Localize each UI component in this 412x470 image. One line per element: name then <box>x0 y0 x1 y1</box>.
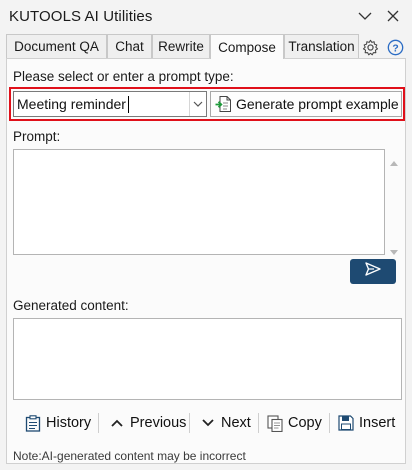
generated-content-textarea[interactable] <box>13 318 402 400</box>
copy-icon <box>266 414 284 432</box>
prompt-textarea[interactable] <box>13 149 385 255</box>
tab-bar: Document QA Chat Rewrite Compose Transla… <box>6 34 406 59</box>
generated-content-label: Generated content: <box>13 298 129 313</box>
history-button[interactable]: History <box>24 412 91 434</box>
previous-button[interactable]: Previous <box>108 412 186 434</box>
insert-button[interactable]: Insert <box>337 412 395 434</box>
send-icon <box>365 262 381 281</box>
copy-label: Copy <box>288 415 322 431</box>
close-icon[interactable] <box>385 8 401 24</box>
tab-rewrite[interactable]: Rewrite <box>152 34 210 58</box>
window-title: KUTOOLS AI Utilities <box>9 8 153 25</box>
chevron-down-icon <box>199 414 217 432</box>
chevron-down-icon[interactable] <box>357 8 373 24</box>
copy-button[interactable]: Copy <box>266 412 322 434</box>
next-button[interactable]: Next <box>199 412 251 434</box>
generate-prompt-example-label: Generate prompt example <box>236 96 399 112</box>
text-caret <box>128 96 129 113</box>
svg-text:?: ? <box>392 43 398 54</box>
next-label: Next <box>221 415 251 431</box>
history-label: History <box>46 415 92 431</box>
title-bar: KUTOOLS AI Utilities <box>0 0 412 32</box>
toolbar-divider <box>98 413 99 433</box>
disclaimer-note: Note:AI-generated content may be incorre… <box>13 449 246 463</box>
prompt-label: Prompt: <box>13 129 61 144</box>
generate-document-icon <box>215 95 233 113</box>
chevron-up-icon <box>108 414 126 432</box>
prompt-type-combobox[interactable] <box>13 91 207 117</box>
tab-translation[interactable]: Translation <box>284 34 359 58</box>
prompt-type-label: Please select or enter a prompt type: <box>13 69 234 84</box>
tab-document-qa[interactable]: Document QA <box>6 34 107 58</box>
toolbar-divider <box>189 413 190 433</box>
send-button[interactable] <box>350 259 396 284</box>
tab-compose[interactable]: Compose <box>210 34 284 59</box>
generate-prompt-example-button[interactable]: Generate prompt example <box>210 91 402 117</box>
toolbar-divider <box>329 413 330 433</box>
help-icon[interactable]: ? <box>386 38 404 56</box>
prompt-scrollbar[interactable] <box>386 149 402 255</box>
insert-label: Insert <box>359 415 396 431</box>
gear-icon[interactable] <box>361 38 379 56</box>
prompt-type-input[interactable] <box>14 92 189 116</box>
toolbar-divider <box>258 413 259 433</box>
scroll-up-icon[interactable] <box>389 154 399 172</box>
save-disk-icon <box>337 414 355 432</box>
tab-chat[interactable]: Chat <box>107 34 152 58</box>
chevron-down-icon[interactable] <box>189 92 206 116</box>
previous-label: Previous <box>130 415 187 431</box>
clipboard-list-icon <box>24 414 42 432</box>
